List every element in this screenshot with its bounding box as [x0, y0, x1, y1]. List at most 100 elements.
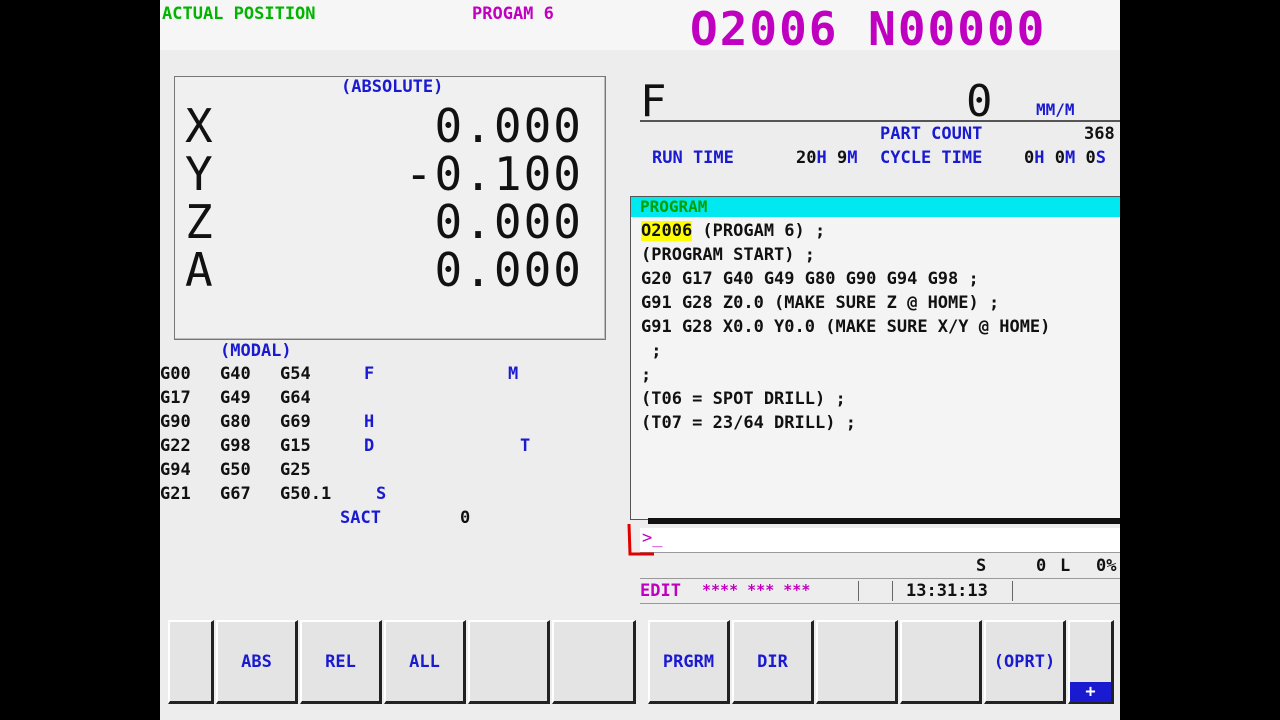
softkey-label: (OPRT) [993, 652, 1056, 672]
softkey-abs[interactable]: ABS [216, 620, 298, 704]
axis-name: X [185, 99, 213, 153]
modal-title: (MODAL) [220, 341, 292, 361]
cnc-screen: ACTUAL POSITION PROGAM 6 O2006 N00000 (A… [160, 0, 1120, 720]
program-line-text: (PROGAM 6) ; [692, 221, 826, 241]
cycle-time-hours: 0 [1024, 148, 1035, 168]
axis-name: Y [185, 147, 213, 201]
spindle-value: 0 [1036, 556, 1047, 576]
program-line[interactable]: G91 G28 Z0.0 (MAKE SURE Z @ HOME) ; [641, 293, 999, 313]
red-annotation-mark [627, 523, 654, 556]
modal-code: G98 [220, 436, 251, 456]
cycle-time-seconds-unit: S [1095, 148, 1106, 168]
position-mode-label: (ABSOLUTE) [341, 77, 444, 97]
axis-row-y: Y -0.100 [185, 147, 595, 201]
modal-code: G90 [160, 412, 191, 432]
modal-code: G54 [280, 364, 311, 384]
softkey-label: PRGRM [662, 652, 715, 672]
axis-name: A [185, 243, 213, 297]
cycle-time: 0H 0M 0S [1024, 148, 1106, 168]
modal-letter: M [508, 364, 519, 384]
softkey-next[interactable]: + [1068, 620, 1114, 704]
program-line[interactable]: (T06 = SPOT DRILL) ; [641, 389, 846, 409]
modal-code: G49 [220, 388, 251, 408]
program-line[interactable]: ; [641, 341, 661, 361]
softkey-blank-3[interactable] [816, 620, 898, 704]
softkey-blank-1[interactable] [468, 620, 550, 704]
axis-value: 0.000 [434, 243, 583, 297]
program-listing[interactable]: PROGRAM O2006 (PROGAM 6) ; (PROGRAM STAR… [630, 196, 1120, 520]
cycle-time-minutes-unit: M [1065, 148, 1076, 168]
status-flags: **** *** *** [702, 581, 811, 599]
axis-value: 0.000 [434, 195, 583, 249]
program-line[interactable]: (T07 = 23/64 DRILL) ; [641, 413, 856, 433]
softkey-blank-4[interactable] [900, 620, 982, 704]
modal-code: G40 [220, 364, 251, 384]
axis-name: Z [185, 195, 213, 249]
modal-letter: S [376, 484, 387, 504]
modal-code: G15 [280, 436, 311, 456]
axis-row-a: A 0.000 [185, 243, 595, 297]
softkey-prgrm[interactable]: PRGRM [648, 620, 730, 704]
cycle-time-label: CYCLE TIME [880, 148, 983, 168]
key-input-buffer[interactable]: >_ [640, 528, 1120, 553]
sact-value: 0 [460, 508, 471, 528]
screen-name: ACTUAL POSITION [162, 4, 316, 24]
cycle-time-seconds: 0 [1085, 148, 1096, 168]
run-time-hours: 20 [796, 148, 817, 168]
modal-code: G80 [220, 412, 251, 432]
axis-row-z: Z 0.000 [185, 195, 595, 249]
program-line-1[interactable]: O2006 (PROGAM 6) ; [641, 221, 825, 241]
run-time: 20H 9M [796, 148, 857, 168]
softkey-label: REL [325, 652, 356, 672]
status-separator [858, 581, 859, 601]
feed-unit: MM/M [1036, 100, 1075, 119]
softkey-rel[interactable]: REL [300, 620, 382, 704]
part-count-label: PART COUNT [880, 124, 983, 144]
modal-code: G64 [280, 388, 311, 408]
modal-code: G21 [160, 484, 191, 504]
program-number: O2006 N00000 [690, 2, 1047, 56]
modal-code: G17 [160, 388, 191, 408]
softkey-return[interactable] [168, 620, 214, 704]
mode-indicator: EDIT [640, 581, 681, 601]
status-line: EDIT **** *** *** 13:31:13 [640, 578, 1120, 604]
run-time-hours-unit: H [816, 148, 827, 168]
softkey-all[interactable]: ALL [384, 620, 466, 704]
modal-code: G50.1 [280, 484, 332, 504]
softkey-label: ALL [409, 652, 440, 672]
run-time-minutes-unit: M [847, 148, 858, 168]
run-time-minutes: 9 [836, 148, 848, 168]
modal-letter: F [364, 364, 375, 384]
modal-code: G94 [160, 460, 191, 480]
spindle-label: S [976, 556, 987, 576]
program-line[interactable]: G91 G28 X0.0 Y0.0 (MAKE SURE X/Y @ HOME) [641, 317, 1050, 337]
feed-divider [640, 120, 1120, 122]
absolute-position-panel: (ABSOLUTE) X 0.000 Y -0.100 Z 0.000 A 0.… [174, 76, 606, 340]
softkey-label: DIR [757, 652, 788, 672]
program-title-bar: PROGRAM [631, 197, 1120, 217]
program-line[interactable]: ; [641, 365, 651, 385]
program-line[interactable]: (PROGRAM START) ; [641, 245, 815, 265]
softkey-label: ABS [241, 652, 272, 672]
current-program-number: O2006 [641, 221, 693, 241]
modal-letter: D [364, 436, 375, 456]
modal-code: G50 [220, 460, 251, 480]
modal-code: G00 [160, 364, 191, 384]
axis-row-x: X 0.000 [185, 99, 595, 153]
axis-value: -0.100 [404, 147, 583, 201]
part-count-value: 368 [1084, 124, 1115, 144]
status-separator [1012, 581, 1013, 601]
modal-code: G25 [280, 460, 311, 480]
modal-code: G22 [160, 436, 191, 456]
modal-letter: H [364, 412, 375, 432]
program-line[interactable]: G20 G17 G40 G49 G80 G90 G94 G98 ; [641, 269, 979, 289]
load-label: L [1060, 556, 1071, 576]
status-separator [892, 581, 893, 601]
softkey-blank-2[interactable] [552, 620, 636, 704]
softkey-oprt[interactable]: (OPRT) [984, 620, 1066, 704]
modal-letter: T [520, 436, 531, 456]
program-scroll-bar [648, 518, 1120, 524]
softkey-dir[interactable]: DIR [732, 620, 814, 704]
modal-code: G69 [280, 412, 311, 432]
cycle-time-minutes: 0 [1054, 148, 1065, 168]
